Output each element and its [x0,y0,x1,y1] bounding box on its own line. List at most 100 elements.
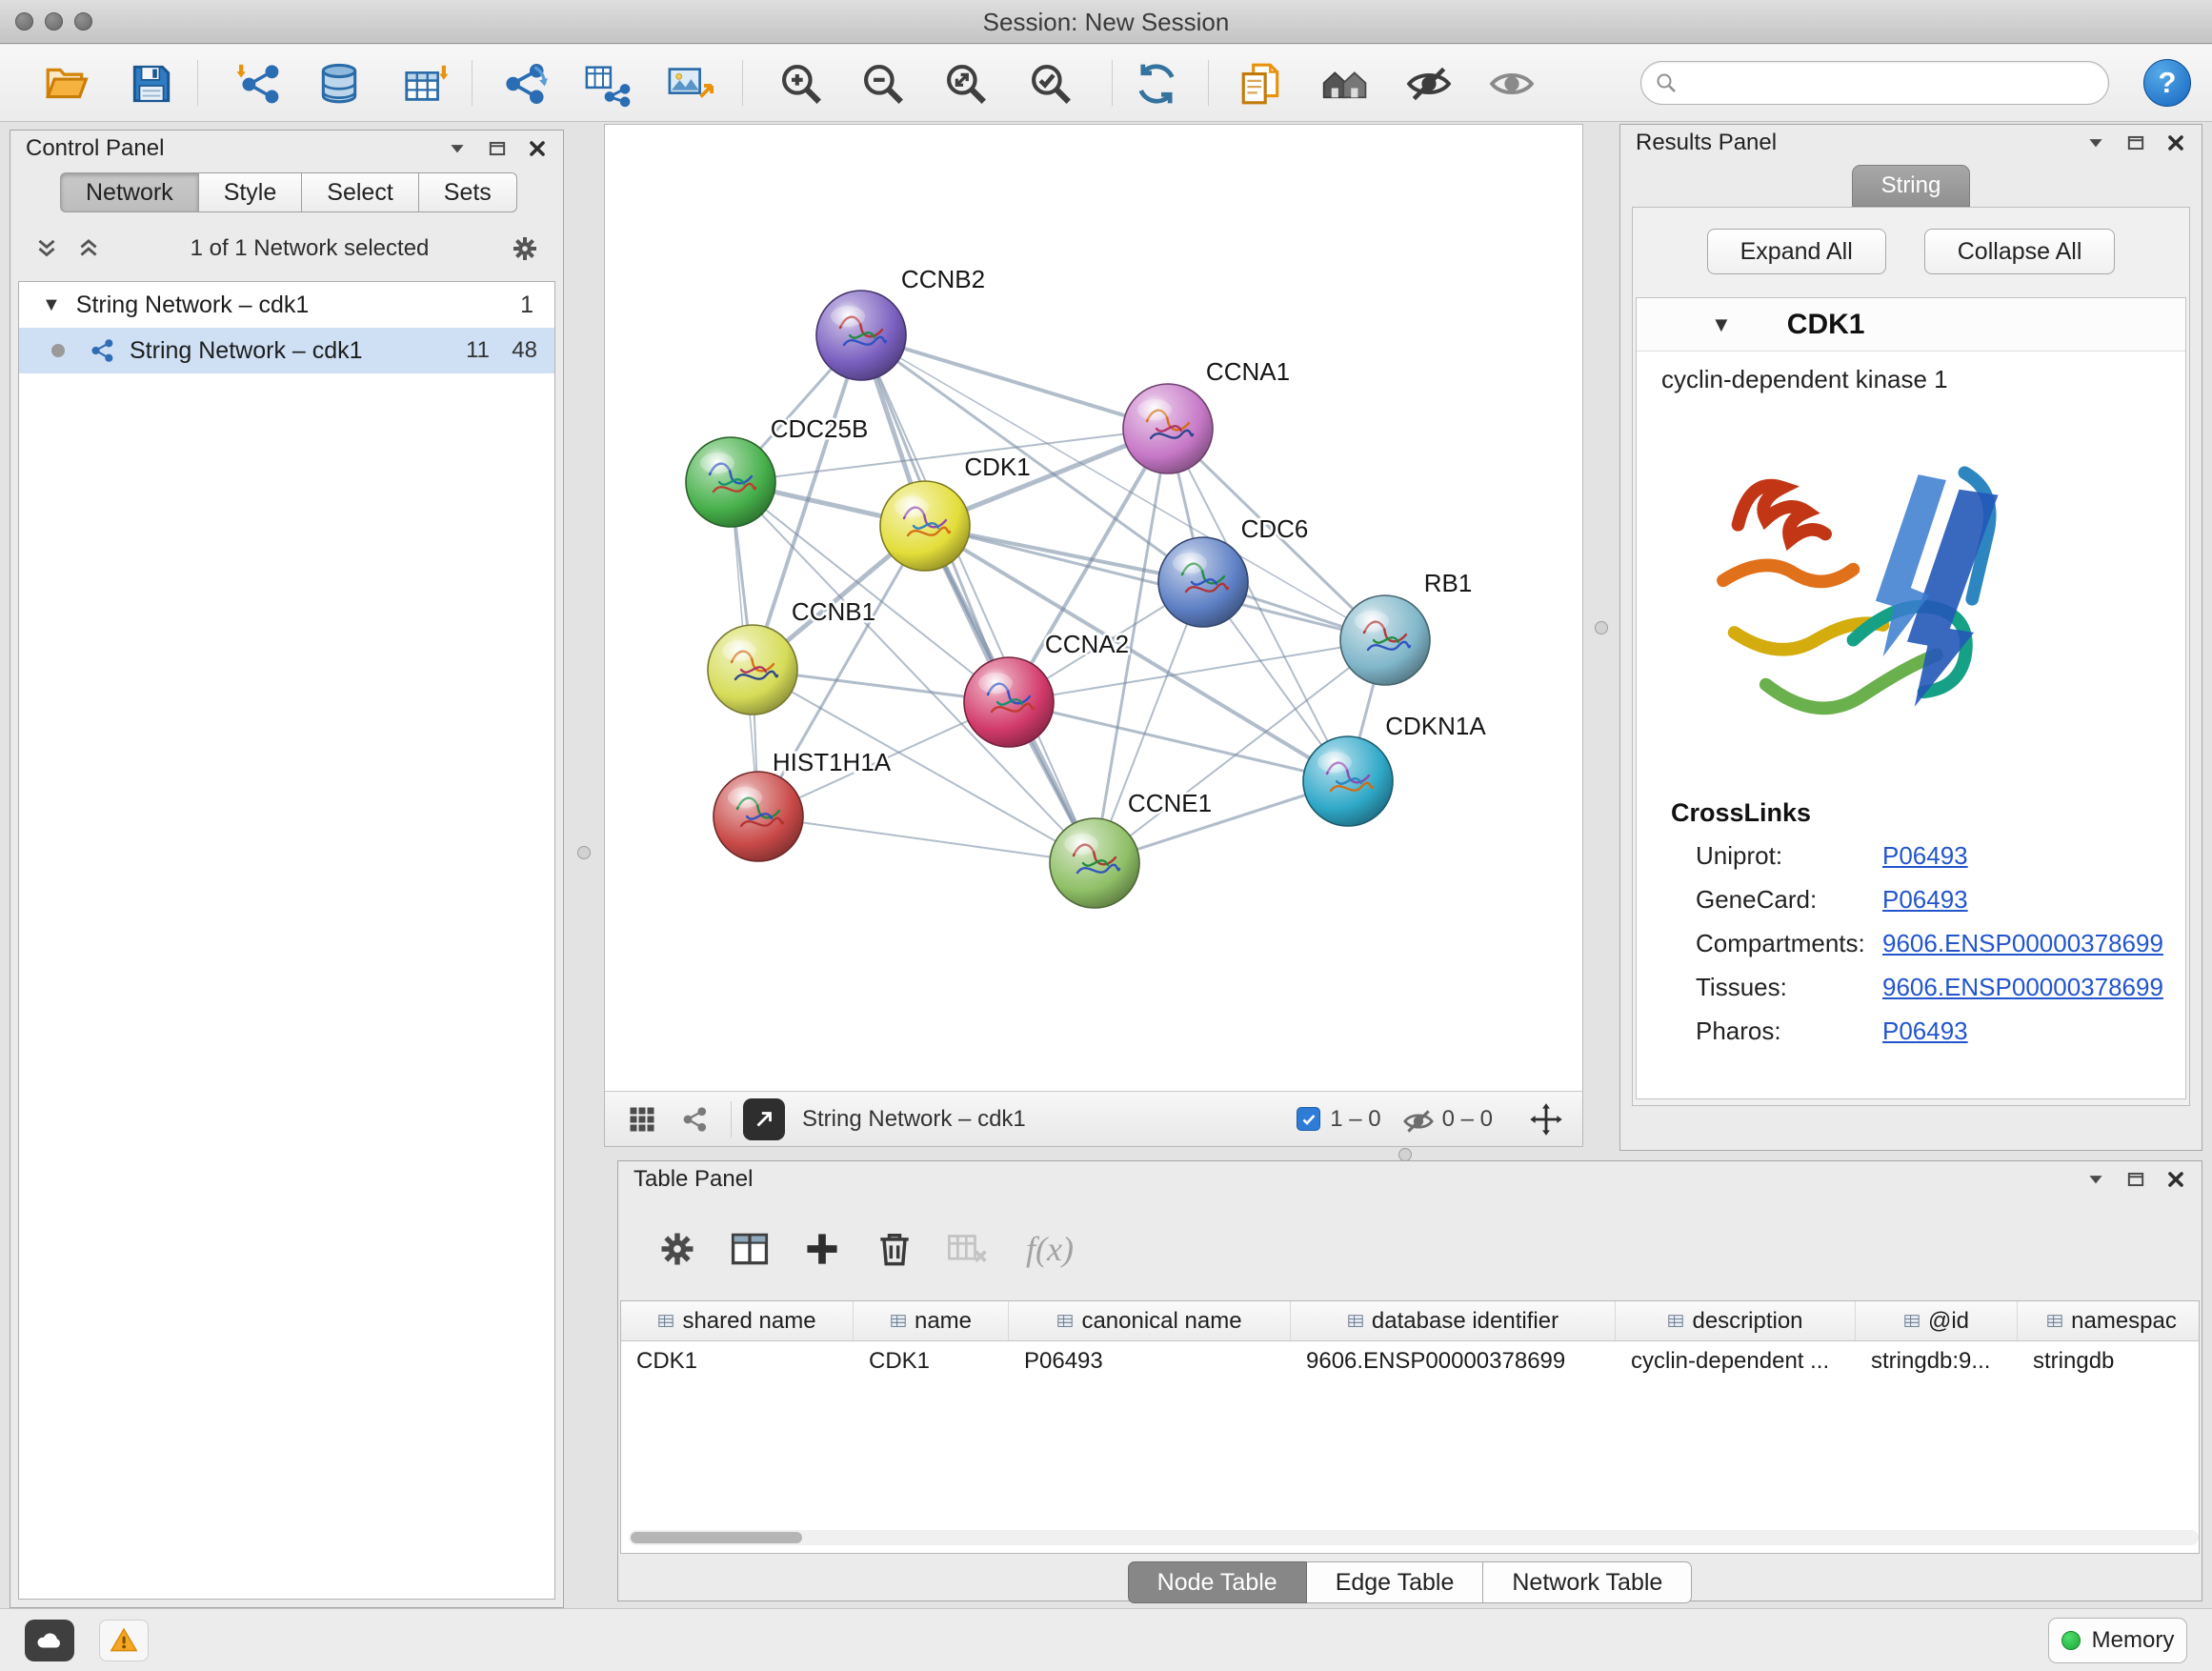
column-header-description[interactable]: description [1616,1301,1856,1340]
search-input[interactable] [1687,70,2095,96]
export-image-button[interactable] [663,56,718,111]
vertical-splitter-handle[interactable] [577,846,591,859]
warnings-button[interactable] [99,1620,149,1661]
network-edge[interactable] [925,526,1385,640]
crosslink-value-link[interactable]: P06493 [1882,1017,1968,1046]
column-header-database-identifier[interactable]: database identifier [1291,1301,1616,1340]
control-panel-float-button[interactable] [481,135,513,162]
results-panel-close-button[interactable] [2160,130,2192,156]
protein-section-header[interactable]: ▼ CDK1 [1637,298,2185,352]
collapse-triangle-icon[interactable]: ▼ [1711,312,1732,337]
network-edge[interactable] [861,335,1168,429]
zoom-in-button[interactable] [774,56,829,111]
network-node-cdk1[interactable]: CDK1 [880,453,1031,571]
collapse-all-button[interactable]: Collapse All [1924,229,2116,274]
memory-button[interactable]: Memory [2048,1618,2187,1663]
expand-all-button[interactable]: Expand All [1707,229,1886,274]
column-header-canonical-name[interactable]: canonical name [1009,1301,1291,1340]
crosslink-value-link[interactable]: 9606.ENSP00000378699 [1882,973,2163,1002]
tab-string[interactable]: String [1852,165,1970,207]
expand-all-networks-button[interactable] [30,232,64,265]
cloud-button[interactable] [25,1620,74,1661]
tab-network-table[interactable]: Network Table [1483,1561,1692,1603]
network-node-ccna2[interactable]: CCNA2 [964,630,1129,747]
tab-edge-table[interactable]: Edge Table [1307,1561,1484,1603]
network-row[interactable]: String Network – cdk1 11 48 [19,328,554,373]
crosslink-row: Uniprot:P06493 [1637,834,2185,877]
tab-style[interactable]: Style [199,172,303,212]
tab-network[interactable]: Network [60,172,199,212]
network-options-button[interactable] [506,231,544,267]
eye-slash-icon [1405,60,1453,108]
zoom-selected-button[interactable] [1023,56,1078,111]
collapse-all-networks-button[interactable] [71,232,106,265]
show-columns-button[interactable] [719,1218,780,1279]
table-panel-float-button[interactable] [2120,1166,2152,1193]
horizontal-scrollbar[interactable] [629,1530,2199,1545]
collapse-triangle-icon[interactable]: ▼ [42,294,61,316]
help-button[interactable]: ? [2143,59,2191,107]
results-panel-collapse-button[interactable] [2080,130,2112,156]
save-session-button[interactable] [124,56,179,111]
hide-details-button[interactable] [1401,56,1457,111]
birds-eye-view-button[interactable] [622,1099,662,1139]
vertical-splitter-handle[interactable] [1595,621,1608,634]
open-in-new-window-button[interactable] [743,1098,785,1140]
table-row[interactable]: CDK1CDK1P064939606.ENSP00000378699cyclin… [621,1341,2199,1381]
network-overview-button[interactable] [675,1099,715,1139]
table-mode-button[interactable] [647,1218,708,1279]
zoom-fit-button[interactable] [938,56,994,111]
network-node-cdc6[interactable]: CDC6 [1158,514,1308,627]
table-panel-collapse-button[interactable] [2080,1166,2112,1193]
crosslink-value-link[interactable]: P06493 [1882,841,1968,871]
crosslink-value-link[interactable]: P06493 [1882,885,1968,915]
maximize-window-button[interactable] [74,12,92,30]
create-column-button[interactable] [792,1218,853,1279]
control-panel-close-button[interactable] [521,135,553,162]
control-panel-header: Control Panel [10,131,563,167]
network-view[interactable]: CCNB2CCNA1CDC25BCDK1CDC6RB1CCNB1CCNA2CDK… [604,124,1583,1147]
network-node-rb1[interactable]: RB1 [1340,569,1472,685]
column-header-@id[interactable]: @id [1856,1301,2018,1340]
new-network-button[interactable] [498,56,553,111]
import-network-from-file-button[interactable] [231,56,287,111]
new-table-from-network-button[interactable] [580,56,635,111]
open-session-button[interactable] [38,56,93,111]
column-header-name[interactable]: name [854,1301,1009,1340]
import-network-from-database-button[interactable] [312,56,367,111]
show-details-button[interactable] [1484,56,1539,111]
move-tool-button[interactable] [1527,1100,1565,1138]
delete-columns-button[interactable] [864,1218,925,1279]
horizontal-splitter-handle[interactable] [1398,1148,1412,1161]
control-panel-collapse-button[interactable] [441,135,473,162]
network-node-ccna1[interactable]: CCNA1 [1123,357,1290,473]
apply-layout-button[interactable] [1129,56,1184,111]
network-edge[interactable] [758,816,1095,863]
minimize-window-button[interactable] [45,12,63,30]
double-chevron-up-icon [76,236,101,261]
close-window-button[interactable] [15,12,33,30]
home-button[interactable] [1317,56,1373,111]
current-network-bullet-icon [51,344,65,357]
documents-button[interactable] [1234,56,1289,111]
column-header-shared-name[interactable]: shared name [621,1301,854,1340]
import-table-from-file-button[interactable] [398,56,453,111]
scrollbar-thumb[interactable] [631,1532,802,1543]
network-node-cdc25b[interactable]: CDC25B [686,414,868,527]
network-edge[interactable] [861,335,1095,863]
tab-sets[interactable]: Sets [419,172,517,212]
column-header-namespac[interactable]: namespac [2018,1301,2200,1340]
network-canvas[interactable]: CCNB2CCNA1CDC25BCDK1CDC6RB1CCNB1CCNA2CDK… [605,125,1582,1092]
network-node-cdkn1a[interactable]: CDKN1A [1303,712,1486,826]
selection-checkbox-icon[interactable] [1297,1107,1320,1131]
tab-select[interactable]: Select [302,172,418,212]
zoom-out-button[interactable] [855,56,911,111]
crosslink-value-link[interactable]: 9606.ENSP00000378699 [1882,929,2163,958]
tab-node-table[interactable]: Node Table [1128,1561,1307,1603]
network-edge[interactable] [1009,702,1348,781]
network-collection-row[interactable]: ▼ String Network – cdk1 1 [19,282,554,328]
network-node-hist1h1a[interactable]: HIST1H1A [714,748,892,861]
table-panel-close-button[interactable] [2160,1166,2192,1193]
results-panel-float-button[interactable] [2120,130,2152,156]
network-node-ccne1[interactable]: CCNE1 [1050,789,1212,908]
